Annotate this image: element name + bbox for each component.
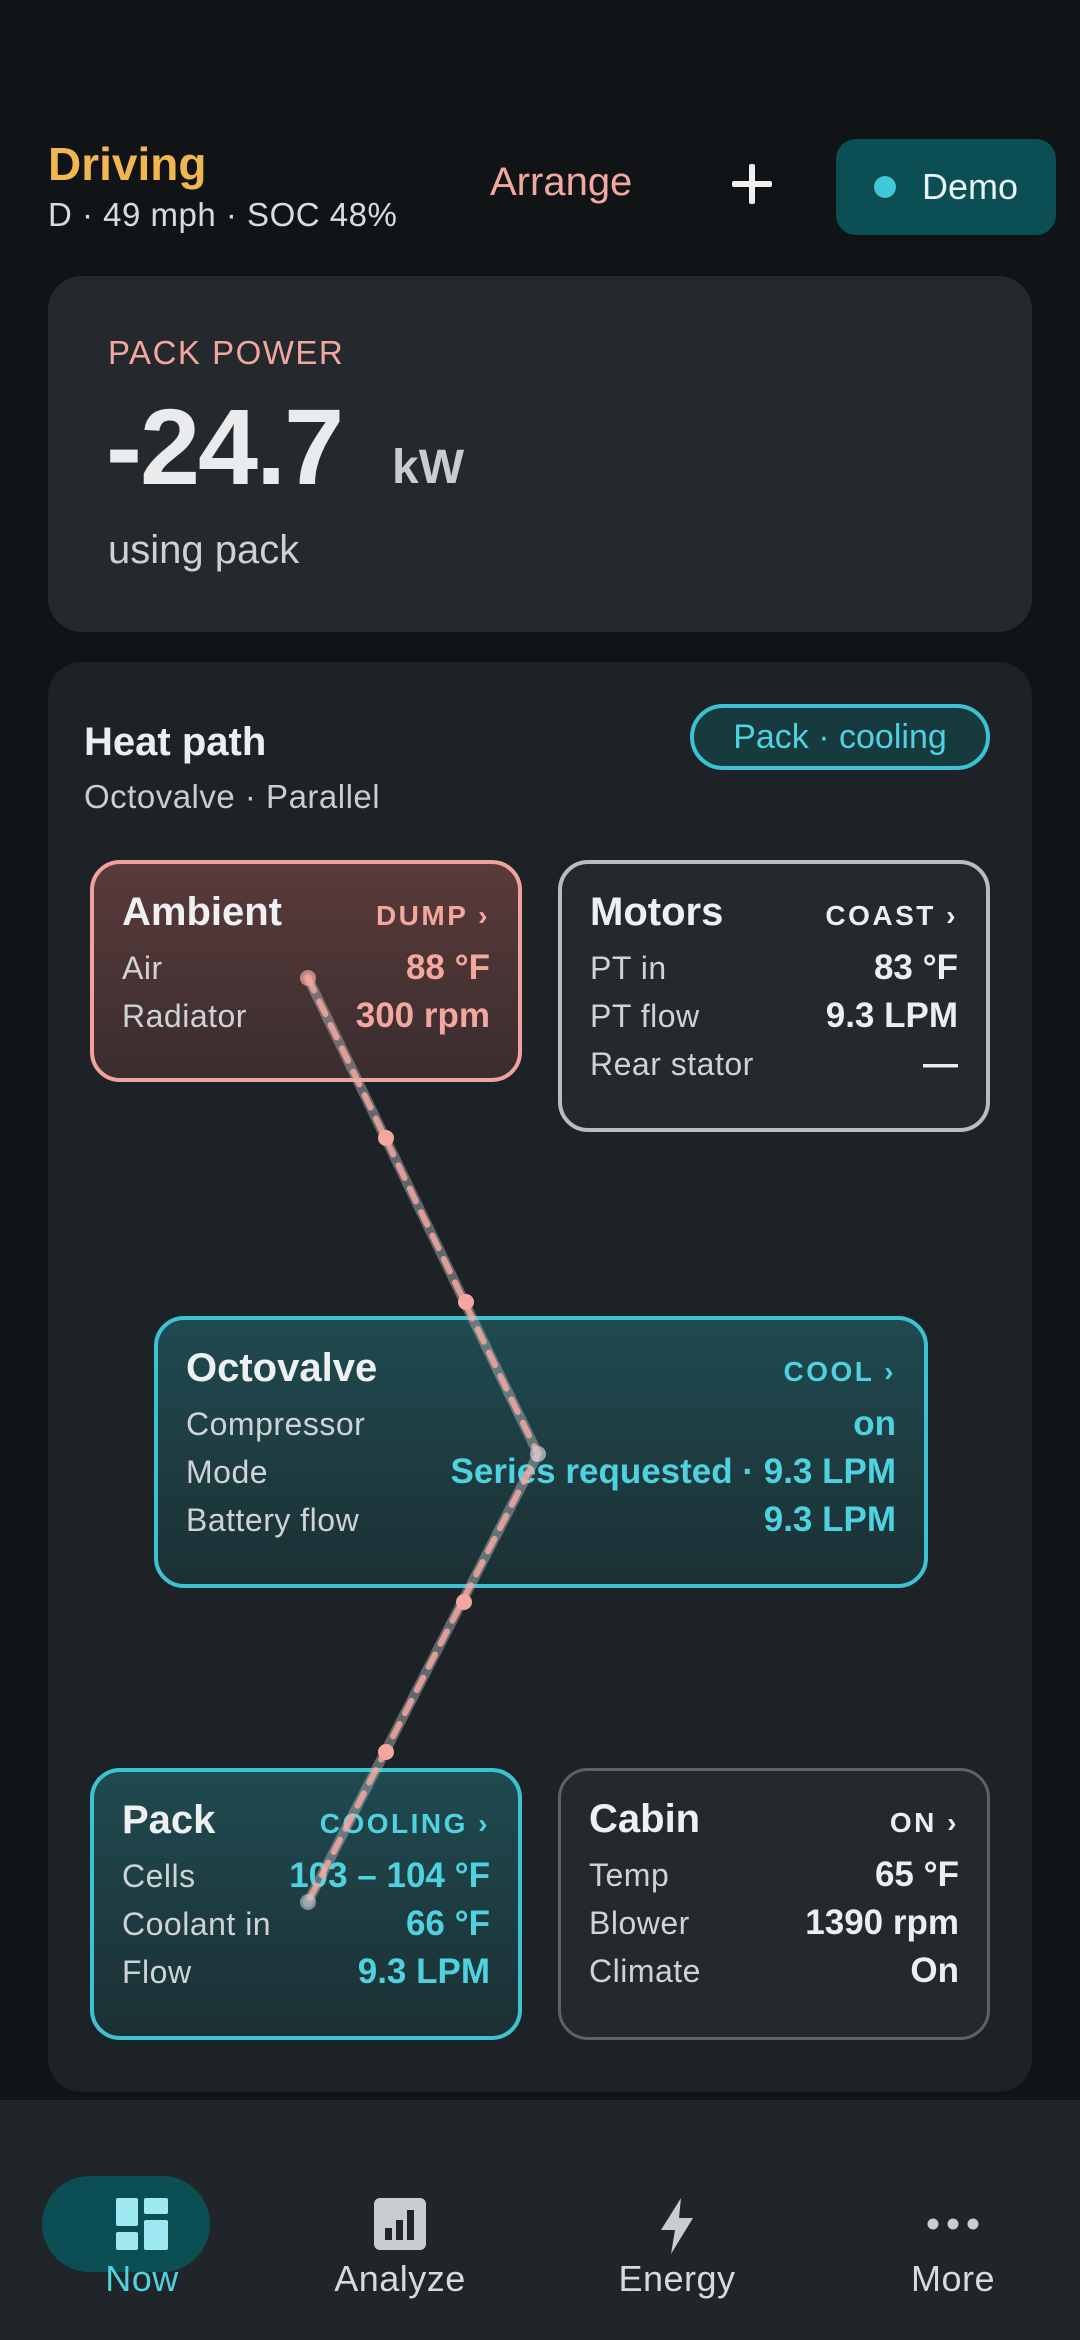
row-key: Temp [589, 1856, 670, 1893]
nav-label-energy: Energy [618, 2258, 736, 2299]
pack-node[interactable]: Pack COOLING › Cells 103 – 104 °F Coolan… [90, 1768, 522, 2040]
ambient-name: Ambient [122, 890, 282, 934]
motors-node[interactable]: Motors COAST › PT in 83 °F PT flow 9.3 L… [558, 860, 990, 1132]
row-key: Rear stator [590, 1045, 754, 1082]
octovalve-mode: COOL › [783, 1356, 896, 1387]
more-horizontal-icon [927, 2218, 979, 2230]
row-value: 103 – 104 °F [289, 1856, 490, 1895]
flow-dot [378, 1744, 394, 1760]
row-value: 9.3 LPM [763, 1500, 896, 1539]
row-value: Series requested · 9.3 LPM [450, 1452, 896, 1491]
bar-chart-icon [374, 2198, 426, 2250]
demo-label: Demo [921, 166, 1019, 207]
flow-dot [378, 1130, 394, 1146]
row-key: PT in [590, 949, 667, 986]
cabin-node[interactable]: Cabin ON › Temp 65 °F Blower 1390 rpm Cl… [558, 1768, 990, 2040]
pack-mode: COOLING › [319, 1808, 490, 1839]
row-value: 9.3 LPM [825, 996, 958, 1035]
heat-path-subtitle: Octovalve · Parallel [84, 778, 381, 815]
ambient-node[interactable]: Ambient DUMP › Air 88 °F Radiator 300 rp… [90, 860, 522, 1082]
row-key: Coolant in [122, 1905, 272, 1942]
motors-mode: COAST › [825, 900, 958, 931]
pack-power-card[interactable]: PACK POWER -24.7 kW using pack [48, 276, 1032, 632]
heat-path-card: Heat path Octovalve · Parallel Pack · co… [48, 662, 1032, 2092]
ambient-row-radiator: Radiator 300 rpm [122, 992, 490, 1040]
demo-status-dot [873, 176, 896, 198]
row-value: 83 °F [873, 948, 958, 987]
octovalve-row-compressor: Compressor on [186, 1400, 896, 1448]
row-value: on [853, 1404, 896, 1443]
pack-row-coolant-in: Coolant in 66 °F [122, 1900, 490, 1948]
cabin-row-blower: Blower 1390 rpm [589, 1899, 959, 1947]
nav-label-analyze: Analyze [334, 2258, 466, 2299]
cabin-name: Cabin [589, 1797, 701, 1841]
bottom-navigation: Now Analyze Energy More [0, 2100, 1080, 2340]
row-value: 65 °F [874, 1855, 959, 1894]
row-value: 300 rpm [355, 996, 490, 1035]
cabin-mode: ON › [889, 1807, 959, 1838]
row-key: Air [122, 949, 163, 986]
row-key: Radiator [122, 997, 247, 1034]
nav-label-more: More [910, 2258, 996, 2299]
row-value: 66 °F [405, 1904, 490, 1943]
pack-power-unit: kW [392, 441, 464, 494]
nav-item-now[interactable]: Now [42, 2140, 242, 2310]
header: Driving D · 49 mph · SOC 48% [48, 138, 397, 234]
row-value: 9.3 LPM [357, 1952, 490, 1991]
arrange-button[interactable]: Arrange [490, 160, 632, 205]
row-value: — [923, 1044, 958, 1083]
pack-row-flow: Flow 9.3 LPM [122, 1948, 490, 1996]
cabin-row-climate: Climate On [589, 1947, 959, 1995]
nav-item-energy[interactable]: Energy [577, 2140, 777, 2310]
row-key: PT flow [590, 997, 700, 1034]
demo-button[interactable]: Demo [836, 139, 1056, 235]
drive-state-subtitle: D · 49 mph · SOC 48% [48, 196, 398, 233]
row-key: Climate [589, 1952, 701, 1989]
row-key: Mode [186, 1453, 269, 1490]
row-key: Cells [122, 1857, 196, 1894]
row-key: Compressor [186, 1405, 366, 1442]
add-icon[interactable] [728, 160, 776, 208]
lightning-bolt-icon [661, 2198, 693, 2254]
row-value: On [910, 1951, 959, 1990]
ambient-mode: DUMP › [375, 900, 490, 931]
pack-name: Pack [122, 1798, 216, 1842]
heat-path-badge: Pack · cooling [690, 704, 990, 770]
nav-item-analyze[interactable]: Analyze [300, 2140, 500, 2310]
motors-row-pt-flow: PT flow 9.3 LPM [590, 992, 958, 1040]
row-key: Blower [589, 1904, 690, 1941]
row-value: 88 °F [405, 948, 490, 987]
row-key: Flow [122, 1953, 192, 1990]
heat-path-title: Heat path [84, 720, 267, 764]
motors-row-rear-stator: Rear stator — [590, 1040, 958, 1088]
row-key: Battery flow [186, 1501, 360, 1538]
nav-item-more[interactable]: More [853, 2140, 1053, 2310]
flow-dot [456, 1594, 472, 1610]
pack-power-value: -24.7 [106, 386, 344, 507]
flow-dot [458, 1294, 474, 1310]
pack-power-label: PACK POWER [108, 334, 345, 371]
drive-state-title: Driving [48, 138, 207, 190]
motors-name: Motors [590, 890, 724, 934]
octovalve-node[interactable]: Octovalve COOL › Compressor on Mode Seri… [154, 1316, 928, 1588]
octovalve-row-battery-flow: Battery flow 9.3 LPM [186, 1496, 896, 1544]
cabin-row-temp: Temp 65 °F [589, 1851, 959, 1899]
row-value: 1390 rpm [805, 1903, 959, 1942]
octovalve-name: Octovalve [186, 1346, 378, 1390]
ambient-row-air: Air 88 °F [122, 944, 490, 992]
dashboard-icon [116, 2198, 168, 2250]
nav-label-now: Now [105, 2258, 179, 2299]
pack-row-cells: Cells 103 – 104 °F [122, 1852, 490, 1900]
octovalve-row-mode: Mode Series requested · 9.3 LPM [186, 1448, 896, 1496]
motors-row-pt-in: PT in 83 °F [590, 944, 958, 992]
pack-power-description: using pack [108, 528, 300, 572]
